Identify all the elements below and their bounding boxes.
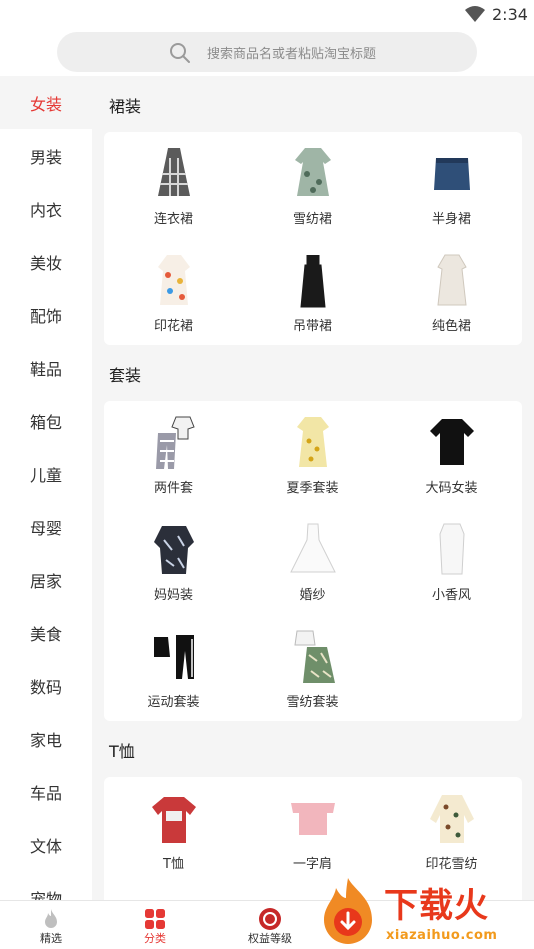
sport-set-icon (154, 635, 194, 679)
category-item-label: 夏季套装 (286, 481, 339, 496)
sidebar-item-baby[interactable]: 母婴 (0, 500, 92, 553)
category-item[interactable]: 妈妈装 (104, 512, 243, 612)
category-item[interactable]: 小香风 (382, 512, 521, 612)
nav-item-featured[interactable]: 精选 (1, 901, 101, 949)
sidebar-item-accessories[interactable]: 配饰 (0, 288, 92, 341)
plus-size-tee-icon (430, 419, 474, 465)
category-item[interactable]: T恤 (104, 781, 243, 881)
status-bar: 2:34 (0, 0, 534, 28)
category-item[interactable]: 大码女装 (382, 405, 521, 505)
search-area: 搜索商品名或者粘贴淘宝标题 (0, 28, 534, 76)
plain-dress-icon (437, 254, 467, 306)
category-item[interactable]: 夏季套装 (243, 405, 382, 505)
search-input[interactable]: 搜索商品名或者粘贴淘宝标题 (57, 32, 477, 72)
watermark: 下载火 xiazaihuo.com (316, 876, 532, 949)
section-title-tshirts: T恤 (109, 742, 135, 761)
print-chiffon-top-icon (430, 795, 474, 843)
category-item[interactable]: 雪纺裙 (243, 136, 382, 236)
category-item-label: 连衣裙 (153, 212, 193, 227)
sidebar-item-men[interactable]: 男装 (0, 129, 92, 182)
category-item-label: 纯色裙 (431, 319, 471, 334)
category-item[interactable]: 印花雪纺 (382, 781, 521, 881)
category-item[interactable]: 吊带裙 (243, 243, 382, 343)
status-time: 2:34 (492, 5, 528, 24)
category-item-label: 印花雪纺 (425, 857, 478, 872)
category-item-label: 吊带裙 (292, 319, 332, 334)
sidebar-item-kids[interactable]: 儿童 (0, 447, 92, 500)
category-item[interactable]: 婚纱 (243, 512, 382, 612)
sidebar-item-beauty[interactable]: 美妆 (0, 235, 92, 288)
category-item-label: 小香风 (431, 588, 471, 603)
sidebar-item-car[interactable]: 车品 (0, 765, 92, 818)
sidebar-item-shoes[interactable]: 鞋品 (0, 341, 92, 394)
wedding-dress-icon (290, 523, 336, 573)
category-item[interactable]: 雪纺套装 (243, 619, 382, 719)
watermark-title: 下载火 (384, 886, 489, 926)
search-placeholder: 搜索商品名或者粘贴淘宝标题 (207, 47, 377, 62)
nav-label: 精选 (40, 932, 62, 945)
floral-chiffon-dress-icon (295, 148, 331, 196)
watermark-url: xiazaihuo.com (386, 928, 498, 943)
category-item-label: 印花裙 (153, 319, 193, 334)
nav-label: 分类 (144, 932, 166, 945)
print-dress-icon (158, 255, 190, 305)
sidebar-item-food[interactable]: 美食 (0, 606, 92, 659)
category-item-label: T恤 (163, 857, 184, 872)
summer-set-icon (297, 417, 329, 467)
nav-label: 权益等级 (248, 932, 292, 945)
category-item-label: 婚纱 (299, 588, 326, 603)
tweed-dress-icon (439, 523, 465, 575)
coin-badge-icon (259, 908, 281, 930)
sidebar-item-sports[interactable]: 文体 (0, 818, 92, 871)
sidebar-item-home[interactable]: 居家 (0, 553, 92, 606)
sidebar-item-bags[interactable]: 箱包 (0, 394, 92, 447)
plaid-dress-icon (158, 148, 190, 196)
section-title-dresses: 裙装 (109, 97, 142, 116)
category-item-label: 雪纺套装 (286, 695, 339, 710)
category-item[interactable]: 半身裙 (382, 136, 521, 236)
card-sets: 两件套 夏季套装 大码女装 妈妈装 婚纱 小香风 运动套装 雪纺套装 (104, 401, 522, 721)
category-item-label: 大码女装 (425, 481, 478, 496)
category-item-label: 半身裙 (431, 212, 471, 227)
sidebar-item-digital[interactable]: 数码 (0, 659, 92, 712)
slip-dress-icon (300, 255, 326, 308)
sidebar-item-appliances[interactable]: 家电 (0, 712, 92, 765)
sidebar-item-underwear[interactable]: 内衣 (0, 182, 92, 235)
category-item-label: 妈妈装 (153, 588, 193, 603)
sidebar-item-pets[interactable]: 宠物 (0, 871, 92, 901)
chiffon-set-icon (294, 630, 335, 683)
category-item-label: 运动套装 (147, 695, 200, 710)
category-item[interactable]: 一字肩 (243, 781, 382, 881)
category-item-label: 雪纺裙 (292, 212, 332, 227)
two-piece-set-icon (156, 416, 195, 469)
sidebar-item-women[interactable]: 女装 (0, 76, 92, 129)
category-item[interactable]: 连衣裙 (104, 136, 243, 236)
nav-item-benefits[interactable]: 权益等级 (220, 901, 320, 949)
flame-icon (45, 909, 57, 928)
category-item[interactable]: 印花裙 (104, 243, 243, 343)
off-shoulder-top-icon (291, 803, 335, 835)
category-item-label: 一字肩 (292, 857, 332, 872)
section-title-sets: 套装 (109, 366, 142, 385)
category-sidebar: 女装 男装 内衣 美妆 配饰 鞋品 箱包 儿童 母婴 居家 美食 数码 家电 车… (0, 76, 92, 900)
category-content: 裙装 连衣裙 雪纺裙 半身裙 印花裙 吊带裙 纯色裙 套装 两件套 夏季套装 大… (92, 76, 534, 900)
category-item[interactable]: 运动套装 (104, 619, 243, 719)
fire-logo-icon (324, 878, 372, 944)
category-item-label: 两件套 (153, 481, 193, 496)
mom-wear-icon (154, 526, 194, 574)
nav-item-category[interactable]: 分类 (105, 901, 205, 949)
denim-skirt-icon (434, 158, 470, 190)
category-grid-icon (145, 909, 165, 929)
search-icon (170, 43, 190, 63)
red-tshirt-icon (152, 797, 196, 843)
card-dresses: 连衣裙 雪纺裙 半身裙 印花裙 吊带裙 纯色裙 (104, 132, 522, 345)
category-item[interactable]: 两件套 (104, 405, 243, 505)
wifi-icon (465, 6, 485, 22)
category-item[interactable]: 纯色裙 (382, 243, 521, 343)
